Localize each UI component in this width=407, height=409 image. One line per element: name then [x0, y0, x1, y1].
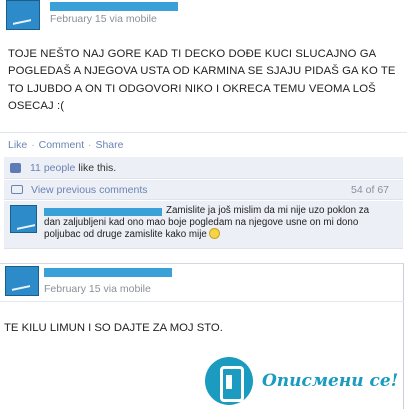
frown-emoticon-icon	[208, 228, 220, 240]
post1-divider	[0, 132, 407, 133]
post1-author-name-redacted[interactable]	[50, 2, 178, 11]
info-book-icon	[205, 357, 253, 405]
post2-meta: February 15 via mobile	[44, 283, 151, 295]
view-previous-comments-link[interactable]: View previous comments	[31, 184, 148, 196]
comment-author-name-redacted[interactable]	[44, 208, 162, 216]
post2-text: TE KILU LIMUN I SO DAJTE ZA MOJ STO.	[4, 322, 223, 334]
post1-meta: February 15 via mobile	[50, 13, 157, 25]
comment-link[interactable]: Comment	[39, 139, 85, 151]
post2-avatar[interactable]	[5, 266, 39, 296]
comments-count: 54 of 67	[351, 184, 389, 196]
action-separator: ·	[88, 139, 92, 151]
likes-suffix: like this.	[78, 162, 117, 174]
action-separator: ·	[31, 139, 35, 151]
watermark-text: Описмени се!	[262, 371, 399, 391]
comment-avatar[interactable]	[10, 205, 37, 233]
like-link[interactable]: Like	[8, 139, 27, 151]
post1-avatar[interactable]	[6, 0, 40, 30]
post1-actions: Like · Comment · Share	[8, 139, 124, 151]
share-link[interactable]: Share	[95, 139, 123, 151]
post2-author-name-redacted[interactable]	[44, 268, 172, 277]
likes-people-link[interactable]: 11 people	[12, 162, 75, 174]
post2-divider	[0, 301, 404, 302]
post1-text: TOJE NEŠTO NAJ GORE KAD TI DECKO DOĐE KU…	[8, 48, 396, 112]
likes-row: 11 people like this.	[12, 162, 116, 174]
comment-bubble-icon	[11, 185, 23, 194]
